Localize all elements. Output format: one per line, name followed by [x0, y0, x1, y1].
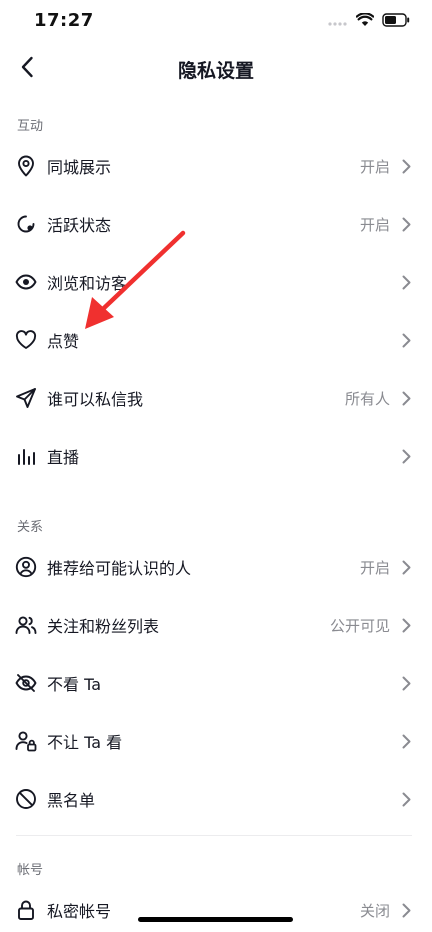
home-indicator [138, 917, 293, 922]
block-icon [15, 788, 37, 810]
row-block-ta-viewing[interactable]: 不让 Ta 看 [0, 712, 432, 770]
row-who-can-message[interactable]: 谁可以私信我 所有人 [0, 369, 432, 427]
send-icon [15, 387, 37, 409]
page-title: 隐私设置 [177, 60, 254, 82]
row-value: 公开可见 [329, 616, 390, 635]
battery-icon [382, 12, 410, 31]
lock-icon [15, 899, 37, 921]
status-indicators [328, 12, 410, 31]
row-label: 黑名单 [47, 791, 96, 810]
row-label: 不让 Ta 看 [47, 733, 123, 752]
signal-icon [328, 12, 348, 31]
nav-bar: 隐私设置 [0, 44, 432, 94]
heart-icon [15, 329, 37, 351]
row-label: 关注和粉丝列表 [47, 617, 160, 636]
row-label: 活跃状态 [47, 216, 112, 235]
chevron-right-icon [400, 675, 412, 691]
row-recommend-to-contacts[interactable]: 推荐给可能认识的人 开启 [0, 538, 432, 596]
row-value: 开启 [359, 157, 390, 176]
row-city-display[interactable]: 同城展示 开启 [0, 137, 432, 195]
chevron-right-icon [400, 390, 412, 406]
status-time: 17:27 [34, 10, 94, 31]
row-label: 直播 [47, 448, 80, 467]
user-lock-icon [15, 730, 37, 752]
eye-icon [15, 271, 37, 293]
chevron-right-icon [400, 559, 412, 575]
row-value: 关闭 [359, 901, 390, 920]
row-label: 点赞 [47, 332, 80, 351]
row-follow-fans-list[interactable]: 关注和粉丝列表 公开可见 [0, 596, 432, 654]
row-value: 开启 [359, 215, 390, 234]
row-label: 推荐给可能认识的人 [47, 559, 192, 578]
live-bars-icon [15, 445, 37, 467]
chevron-right-icon [400, 791, 412, 807]
wifi-icon [355, 12, 375, 31]
chevron-right-icon [400, 216, 412, 232]
chevron-right-icon [400, 332, 412, 348]
row-value: 开启 [359, 558, 390, 577]
chevron-right-icon [400, 158, 412, 174]
chevron-right-icon [400, 448, 412, 464]
active-status-icon [15, 213, 37, 235]
chevron-right-icon [400, 733, 412, 749]
user-circle-icon [15, 556, 37, 578]
section-title-relations: 关系 [17, 520, 44, 535]
row-label: 私密帐号 [47, 902, 112, 921]
row-likes[interactable]: 点赞 [0, 311, 432, 369]
location-pin-icon [15, 155, 37, 177]
eye-off-icon [15, 672, 37, 694]
chevron-right-icon [400, 274, 412, 290]
section-title-interaction: 互动 [17, 119, 44, 134]
status-bar: 17:27 [0, 0, 432, 44]
row-live[interactable]: 直播 [0, 427, 432, 485]
chevron-right-icon [400, 617, 412, 633]
row-value: 所有人 [344, 389, 390, 408]
users-icon [15, 614, 37, 636]
row-label: 浏览和访客 [47, 274, 128, 293]
row-private-account[interactable]: 私密帐号 关闭 [0, 881, 432, 932]
row-blacklist[interactable]: 黑名单 [0, 770, 432, 828]
row-hide-ta[interactable]: 不看 Ta [0, 654, 432, 712]
chevron-right-icon [400, 902, 412, 918]
section-title-account: 帐号 [17, 863, 44, 878]
row-label: 不看 Ta [47, 675, 102, 694]
row-browse-visitors[interactable]: 浏览和访客 [0, 253, 432, 311]
row-label: 谁可以私信我 [47, 390, 144, 409]
row-label: 同城展示 [47, 158, 112, 177]
row-active-status[interactable]: 活跃状态 开启 [0, 195, 432, 253]
section-divider [16, 835, 412, 836]
